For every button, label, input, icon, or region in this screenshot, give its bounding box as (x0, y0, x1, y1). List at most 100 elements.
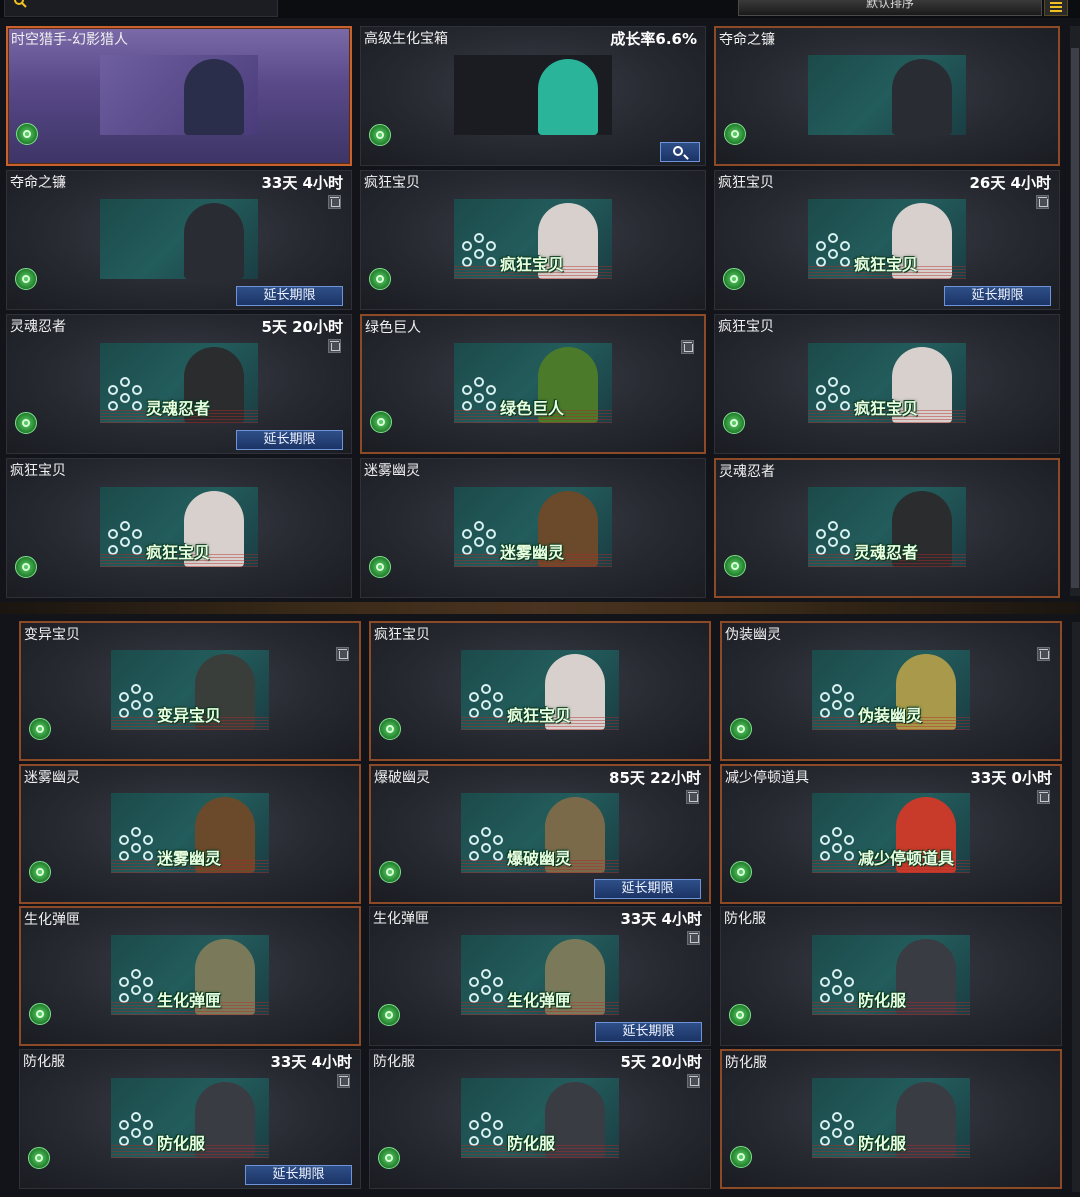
biohazard-icon (730, 718, 752, 740)
item-card[interactable]: 迷雾幽灵 迷雾幽灵 (19, 764, 361, 904)
scrollbar-thumb[interactable] (1071, 48, 1079, 588)
extend-duration-button[interactable]: 延长期限 (236, 286, 343, 306)
trash-icon[interactable] (328, 339, 341, 353)
biohazard-icon (724, 123, 746, 145)
item-card[interactable]: 时空猎手-幻影猎人 (6, 26, 352, 166)
trash-icon[interactable] (1037, 790, 1050, 804)
item-card[interactable]: 疯狂宝贝 疯狂宝贝 (714, 314, 1060, 454)
search-icon[interactable] (13, 0, 27, 8)
trash-icon[interactable] (687, 1074, 700, 1088)
item-card[interactable]: 疯狂宝贝 疯狂宝贝 26天 4小时 延长期限 (714, 170, 1060, 310)
item-name: 减少停顿道具 (725, 770, 809, 786)
item-duration: 5天 20小时 (261, 318, 343, 336)
biohazard-icon (29, 1003, 51, 1025)
item-name: 防化服 (725, 1055, 767, 1071)
item-name: 防化服 (373, 1054, 415, 1070)
item-duration: 成长率6.6% (610, 30, 697, 48)
item-card[interactable]: 夺命之镰 (714, 26, 1060, 166)
trash-icon[interactable] (1037, 647, 1050, 661)
thumbnail-label: 疯狂宝贝 (507, 706, 572, 725)
trash-icon[interactable] (336, 647, 349, 661)
item-card[interactable]: 灵魂忍者 灵魂忍者 (714, 458, 1060, 598)
item-card[interactable]: 迷雾幽灵 迷雾幽灵 (360, 458, 706, 598)
thumbnail-label: 疯狂宝贝 (854, 255, 919, 274)
item-card[interactable]: 生化弹匣 生化弹匣 33天 4小时 延长期限 (369, 906, 711, 1046)
item-card[interactable]: 减少停顿道具 减少停顿道具 33天 0小时 (720, 764, 1062, 904)
item-name: 伪装幽灵 (725, 627, 781, 643)
item-thumbnail (454, 55, 612, 135)
item-card[interactable]: 爆破幽灵 爆破幽灵 85天 22小时 延长期限 (369, 764, 711, 904)
item-thumbnail (100, 199, 258, 279)
preview-button[interactable] (660, 142, 700, 162)
biohazard-icon (15, 412, 37, 434)
biohazard-icon (378, 1147, 400, 1169)
thumbnail-label: 防化服 (858, 1134, 907, 1153)
biohazard-icon (724, 555, 746, 577)
item-thumbnail: 灵魂忍者 (100, 343, 258, 423)
item-card[interactable]: 防化服 防化服 5天 20小时 (369, 1049, 711, 1189)
magnifier-icon (673, 146, 683, 156)
item-name: 迷雾幽灵 (24, 770, 80, 786)
biohazard-icon (723, 412, 745, 434)
item-duration: 33天 4小时 (620, 910, 702, 928)
item-card[interactable]: 疯狂宝贝 疯狂宝贝 (360, 170, 706, 310)
item-figure (538, 59, 598, 135)
sort-dropdown[interactable]: 默认排序 (738, 0, 1042, 16)
item-name: 迷雾幽灵 (364, 463, 420, 479)
biohazard-icon (730, 861, 752, 883)
thumbnail-label: 疯狂宝贝 (500, 255, 565, 274)
panel-divider (0, 602, 1080, 614)
extend-duration-button[interactable]: 延长期限 (595, 1022, 702, 1042)
biohazard-icon (723, 268, 745, 290)
item-card[interactable]: 变异宝贝 变异宝贝 (19, 621, 361, 761)
biohazard-icon (369, 556, 391, 578)
thumbnail-label: 生化弹匣 (507, 991, 572, 1010)
trash-icon[interactable] (328, 195, 341, 209)
item-duration: 33天 4小时 (270, 1053, 352, 1071)
biohazard-icon (16, 123, 38, 145)
item-card[interactable]: 防化服 防化服 33天 4小时 延长期限 (19, 1049, 361, 1189)
thumbnail-label: 灵魂忍者 (854, 543, 919, 562)
item-card[interactable]: 防化服 防化服 (720, 906, 1062, 1046)
item-card[interactable]: 生化弹匣 生化弹匣 (19, 906, 361, 1046)
item-thumbnail: 绿色巨人 (454, 343, 612, 423)
item-card[interactable]: 夺命之镰 33天 4小时 延长期限 (6, 170, 352, 310)
thumbnail-label: 减少停顿道具 (858, 849, 955, 868)
item-thumbnail: 疯狂宝贝 (100, 487, 258, 567)
item-card[interactable]: 疯狂宝贝 疯狂宝贝 (6, 458, 352, 598)
item-thumbnail: 迷雾幽灵 (454, 487, 612, 567)
item-card[interactable]: 伪装幽灵 伪装幽灵 (720, 621, 1062, 761)
item-name: 爆破幽灵 (374, 770, 430, 786)
extend-duration-button[interactable]: 延长期限 (944, 286, 1051, 306)
item-card[interactable]: 灵魂忍者 灵魂忍者 5天 20小时 延长期限 (6, 314, 352, 454)
item-card[interactable]: 防化服 防化服 (720, 1049, 1062, 1189)
extend-duration-button[interactable]: 延长期限 (594, 879, 701, 899)
item-card[interactable]: 高级生化宝箱 成长率6.6% (360, 26, 706, 166)
scrollbar[interactable] (1070, 26, 1080, 596)
item-thumbnail: 防化服 (812, 935, 970, 1015)
extend-duration-button[interactable]: 延长期限 (236, 430, 343, 450)
item-thumbnail: 变异宝贝 (111, 650, 269, 730)
menu-icon[interactable] (1044, 0, 1068, 16)
thumbnail-label: 疯狂宝贝 (146, 543, 211, 562)
biohazard-icon (15, 268, 37, 290)
trash-icon[interactable] (337, 1074, 350, 1088)
trash-icon[interactable] (687, 931, 700, 945)
item-name: 疯狂宝贝 (364, 175, 420, 191)
trash-icon[interactable] (1036, 195, 1049, 209)
trash-icon[interactable] (681, 340, 694, 354)
extend-duration-button[interactable]: 延长期限 (245, 1165, 352, 1185)
item-thumbnail: 疯狂宝贝 (808, 343, 966, 423)
item-card[interactable]: 绿色巨人 绿色巨人 (360, 314, 706, 454)
biohazard-icon (369, 268, 391, 290)
thumbnail-label: 迷雾幽灵 (500, 543, 565, 562)
item-name: 防化服 (23, 1054, 65, 1070)
item-name: 生化弹匣 (24, 912, 80, 928)
search-input[interactable] (4, 0, 278, 17)
item-name: 时空猎手-幻影猎人 (11, 32, 129, 48)
trash-icon[interactable] (686, 790, 699, 804)
thumbnail-label: 灵魂忍者 (146, 399, 211, 418)
item-thumbnail: 生化弹匣 (461, 935, 619, 1015)
scrollbar[interactable] (1072, 622, 1080, 1192)
item-card[interactable]: 疯狂宝贝 疯狂宝贝 (369, 621, 711, 761)
